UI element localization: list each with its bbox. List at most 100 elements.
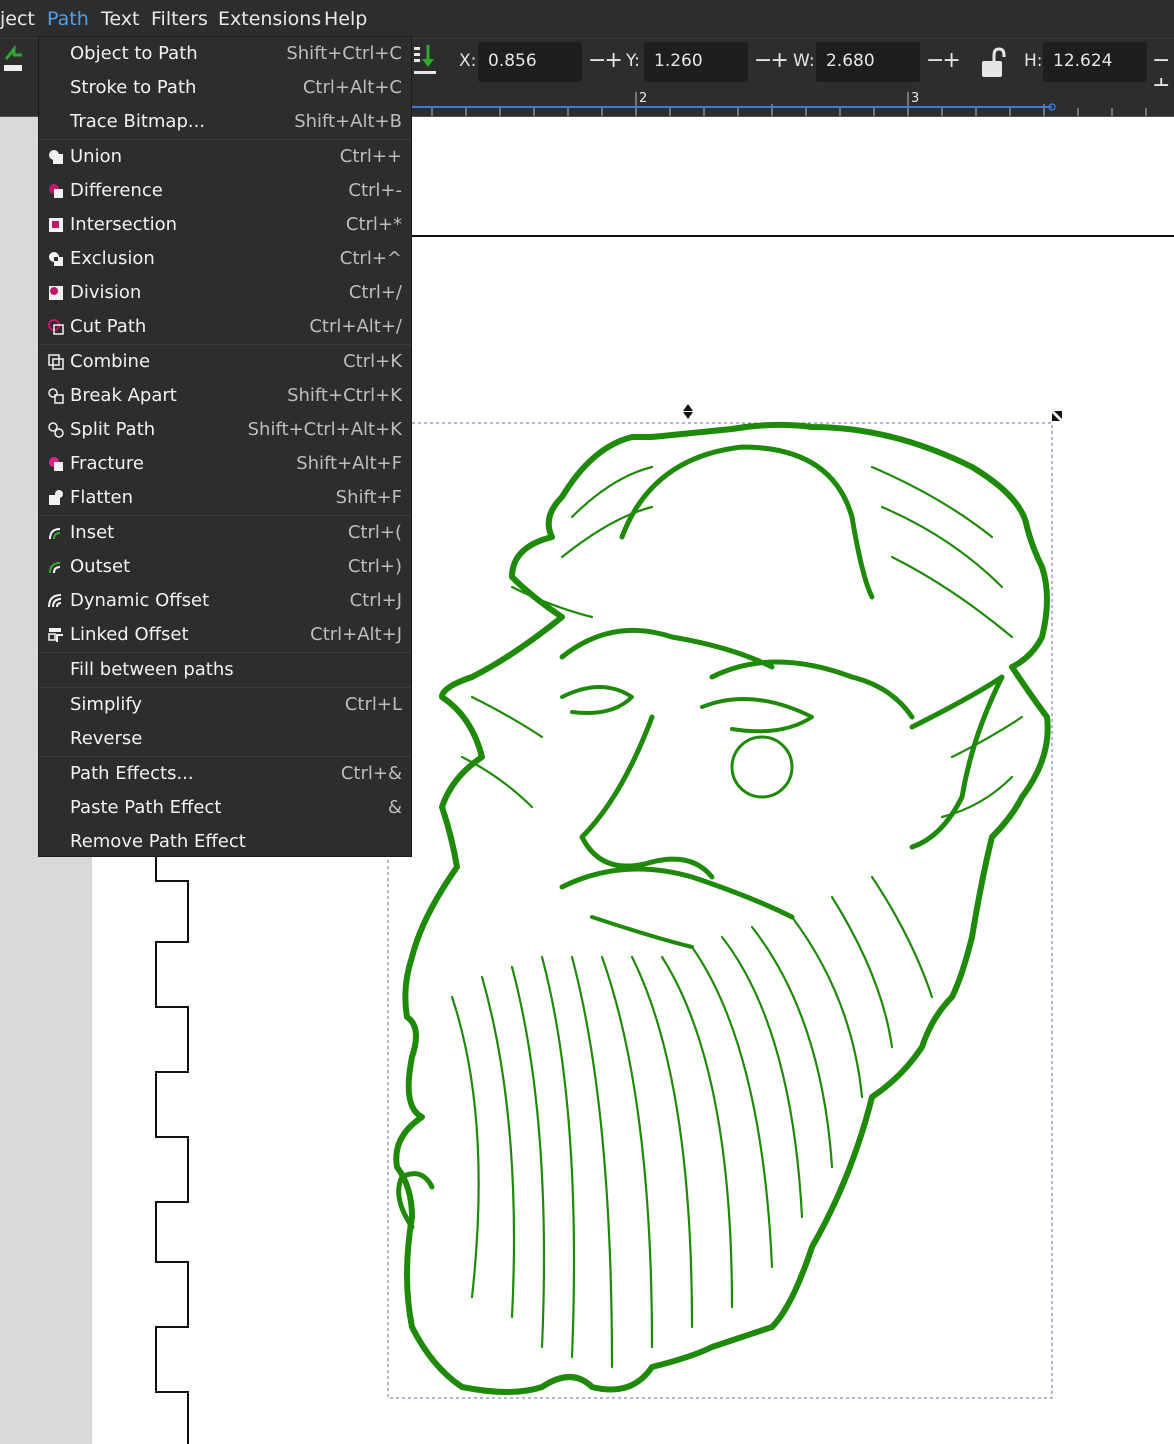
menu-item-flatten[interactable]: Flatten Shift+F	[39, 481, 411, 515]
menu-separator	[39, 756, 411, 757]
w-stepper[interactable]: −+	[926, 48, 961, 73]
menu-item-break-apart[interactable]: Break Apart Shift+Ctrl+K	[39, 379, 411, 413]
y-stepper[interactable]: −+	[754, 48, 789, 73]
menu-item-combine[interactable]: Combine Ctrl+K	[39, 345, 411, 379]
menu-item-stroke-to-path[interactable]: Stroke to Path Ctrl+Alt+C	[39, 71, 411, 105]
menu-item-shortcut: Shift+Alt+B	[294, 111, 402, 132]
flatten-icon	[47, 489, 65, 507]
dynamic-offset-icon	[47, 592, 65, 610]
menu-item-shortcut: &	[387, 797, 402, 818]
menu-item-union[interactable]: Union Ctrl++	[39, 140, 411, 174]
menu-item-difference[interactable]: Difference Ctrl+-	[39, 174, 411, 208]
menu-item-remove-path-effect[interactable]: Remove Path Effect	[39, 825, 411, 859]
menu-item-trace-bitmap[interactable]: Trace Bitmap... Shift+Alt+B	[39, 105, 411, 139]
menu-item-label: Simplify	[70, 694, 143, 715]
menu-item-paste-path-effect[interactable]: Paste Path Effect &	[39, 791, 411, 825]
menu-item-simplify[interactable]: Simplify Ctrl+L	[39, 688, 411, 722]
menu-separator	[39, 515, 411, 516]
menu-item-label: Object to Path	[70, 43, 198, 64]
menu-text[interactable]: Text	[101, 8, 139, 30]
menu-item-shortcut: Shift+Ctrl+K	[287, 385, 402, 406]
cut-path-icon	[47, 318, 65, 336]
menu-item-shortcut: Ctrl+K	[343, 351, 402, 372]
menu-item-exclusion[interactable]: Exclusion Ctrl+^	[39, 242, 411, 276]
ruler-label-2: 2	[639, 91, 648, 106]
menu-separator	[39, 652, 411, 653]
menu-item-path-effects[interactable]: Path Effects... Ctrl+&	[39, 757, 411, 791]
menu-extensions[interactable]: Extensions	[218, 8, 321, 30]
menu-item-shortcut: Ctrl+-	[348, 180, 402, 201]
menu-separator	[39, 344, 411, 345]
menu-item-split-path[interactable]: Split Path Shift+Ctrl+Alt+K	[39, 413, 411, 447]
y-field[interactable]: 1.260	[644, 42, 748, 82]
y-label: Y:	[626, 51, 640, 71]
menu-item-label: Cut Path	[70, 316, 147, 337]
h-field[interactable]: 12.624	[1043, 42, 1147, 82]
menu-item-inset[interactable]: Inset Ctrl+(	[39, 516, 411, 550]
menu-item-label: Remove Path Effect	[70, 831, 246, 852]
menu-item-shortcut: Ctrl+)	[347, 556, 402, 577]
menu-item-shortcut: Ctrl++	[339, 146, 402, 167]
menu-item-label: Fracture	[70, 453, 144, 474]
selection-bbox	[387, 422, 1053, 1399]
menu-item-shortcut: Shift+Ctrl+C	[286, 43, 402, 64]
menu-item-label: Reverse	[70, 728, 143, 749]
menu-item-shortcut: Ctrl+Alt+/	[309, 316, 402, 337]
menu-item-fracture[interactable]: Fracture Shift+Alt+F	[39, 447, 411, 481]
lock-icon[interactable]	[980, 47, 1008, 79]
menu-item-label: Fill between paths	[70, 659, 234, 680]
split-path-icon	[47, 421, 65, 439]
w-field[interactable]: 2.680	[816, 42, 920, 82]
division-icon	[47, 284, 65, 302]
w-label: W:	[793, 51, 815, 71]
menu-filters[interactable]: Filters	[151, 8, 208, 30]
menu-item-division[interactable]: Division Ctrl+/	[39, 276, 411, 310]
menu-item-shortcut: Ctrl+L	[344, 694, 402, 715]
lower-to-bottom-icon[interactable]	[412, 45, 438, 77]
combine-icon	[47, 353, 65, 371]
exclusion-icon	[47, 250, 65, 268]
menu-item-label: Linked Offset	[70, 624, 189, 645]
x-field[interactable]: 0.856	[478, 42, 582, 82]
menu-item-reverse[interactable]: Reverse	[39, 722, 411, 756]
notched-edge-path	[155, 857, 189, 1444]
menu-item-fill-between-paths[interactable]: Fill between paths	[39, 653, 411, 687]
menu-item-shortcut: Ctrl+^	[339, 248, 402, 269]
linked-offset-icon	[47, 626, 65, 644]
intersection-icon	[47, 216, 65, 234]
menu-item-shortcut: Shift+F	[335, 487, 402, 508]
menu-item-linked-offset[interactable]: Linked Offset Ctrl+Alt+J	[39, 618, 411, 652]
fracture-icon	[47, 455, 65, 473]
ruler-label-3: 3	[911, 91, 920, 106]
menu-item-intersection[interactable]: Intersection Ctrl+*	[39, 208, 411, 242]
menu-item-shortcut: Shift+Alt+F	[296, 453, 402, 474]
menu-item-label: Stroke to Path	[70, 77, 197, 98]
menu-item-outset[interactable]: Outset Ctrl+)	[39, 550, 411, 584]
menu-item-dynamic-offset[interactable]: Dynamic Offset Ctrl+J	[39, 584, 411, 618]
x-stepper[interactable]: −+	[588, 48, 623, 73]
menu-separator	[39, 139, 411, 140]
outset-icon	[47, 558, 65, 576]
menu-item-label: Flatten	[70, 487, 133, 508]
menu-help[interactable]: Help	[324, 8, 367, 30]
scale-handle-corner	[1052, 411, 1062, 421]
menu-object[interactable]: ject	[0, 8, 35, 30]
menu-item-label: Difference	[70, 180, 163, 201]
menu-item-shortcut: Shift+Ctrl+Alt+K	[247, 419, 402, 440]
menu-item-cut-path[interactable]: Cut Path Ctrl+Alt+/	[39, 310, 411, 344]
menu-item-label: Division	[70, 282, 142, 303]
menu-item-label: Combine	[70, 351, 151, 372]
x-label: X:	[459, 51, 477, 71]
menu-item-label: Break Apart	[70, 385, 177, 406]
menu-path[interactable]: Path	[43, 8, 93, 39]
menu-item-object-to-path[interactable]: Object to Path Shift+Ctrl+C	[39, 37, 411, 71]
menu-item-shortcut: Ctrl+Alt+J	[310, 624, 402, 645]
menu-item-label: Exclusion	[70, 248, 155, 269]
difference-icon	[47, 182, 65, 200]
break-apart-icon	[47, 387, 65, 405]
menu-item-shortcut: Ctrl+&	[340, 763, 402, 784]
menu-item-label: Split Path	[70, 419, 156, 440]
rotate-icon[interactable]	[2, 44, 24, 75]
menu-item-label: Outset	[70, 556, 131, 577]
menubar: ject Path Text Filters Extensions Help	[0, 0, 1174, 39]
